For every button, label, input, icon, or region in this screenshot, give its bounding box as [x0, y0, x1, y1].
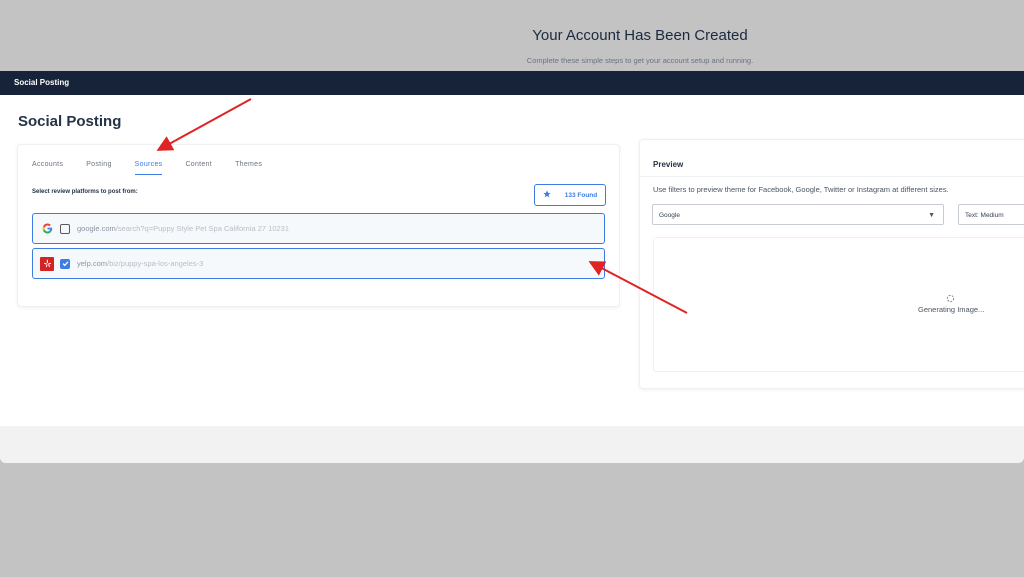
- star-icon: [543, 190, 551, 200]
- loading-spinner-icon: [946, 294, 955, 305]
- modal-header-title: Social Posting: [0, 71, 1024, 95]
- chevron-down-icon: ▼: [928, 212, 935, 219]
- hero-title: Your Account Has Been Created: [532, 27, 748, 44]
- yelp-source-url: yelp.com/biz/puppy-spa-los-angeles-3: [77, 259, 204, 268]
- source-row-yelp[interactable]: yelp.com/biz/puppy-spa-los-angeles-3: [32, 248, 605, 279]
- modal-footer: [0, 426, 1024, 463]
- tab-accounts[interactable]: Accounts: [32, 161, 63, 175]
- found-count-button[interactable]: 133 Found: [534, 184, 606, 206]
- size-select-value: Text: Medium: [965, 212, 1004, 219]
- google-icon: [40, 222, 54, 236]
- generating-status: Generating Image...: [918, 305, 985, 314]
- found-count-label: 133 Found: [564, 191, 598, 199]
- platform-select[interactable]: Google ▼: [652, 204, 944, 225]
- source-row-google[interactable]: google.com/search?q=Puppy Style Pet Spa …: [32, 213, 605, 244]
- tab-posting[interactable]: Posting: [86, 161, 111, 175]
- tab-sources[interactable]: Sources: [134, 161, 163, 175]
- tab-themes[interactable]: Themes: [235, 161, 262, 175]
- google-source-checkbox[interactable]: [60, 223, 70, 234]
- sources-prompt: Select review platforms to post from:: [32, 189, 138, 195]
- tab-content[interactable]: Content: [185, 161, 212, 175]
- platform-select-value: Google: [659, 212, 680, 219]
- yelp-source-checkbox[interactable]: [60, 258, 70, 269]
- preview-title: Preview: [653, 160, 684, 169]
- sources-card: Accounts Posting Sources Content Themes …: [17, 144, 620, 307]
- tab-bar: Accounts Posting Sources Content Themes: [32, 161, 285, 175]
- page-title: Social Posting: [18, 113, 122, 130]
- google-source-url: google.com/search?q=Puppy Style Pet Spa …: [77, 224, 290, 233]
- preview-divider: [640, 176, 1024, 177]
- yelp-icon: [40, 256, 54, 271]
- size-select[interactable]: Text: Medium: [958, 204, 1024, 225]
- preview-description: Use filters to preview theme for Faceboo…: [653, 185, 949, 194]
- hero-subtitle: Complete these simple steps to get your …: [526, 56, 754, 65]
- social-posting-modal: Social Posting Social Posting Accounts P…: [0, 71, 1024, 463]
- preview-card: Preview Use filters to preview theme for…: [639, 139, 1024, 389]
- preview-image-area: Generating Image...: [653, 237, 1024, 372]
